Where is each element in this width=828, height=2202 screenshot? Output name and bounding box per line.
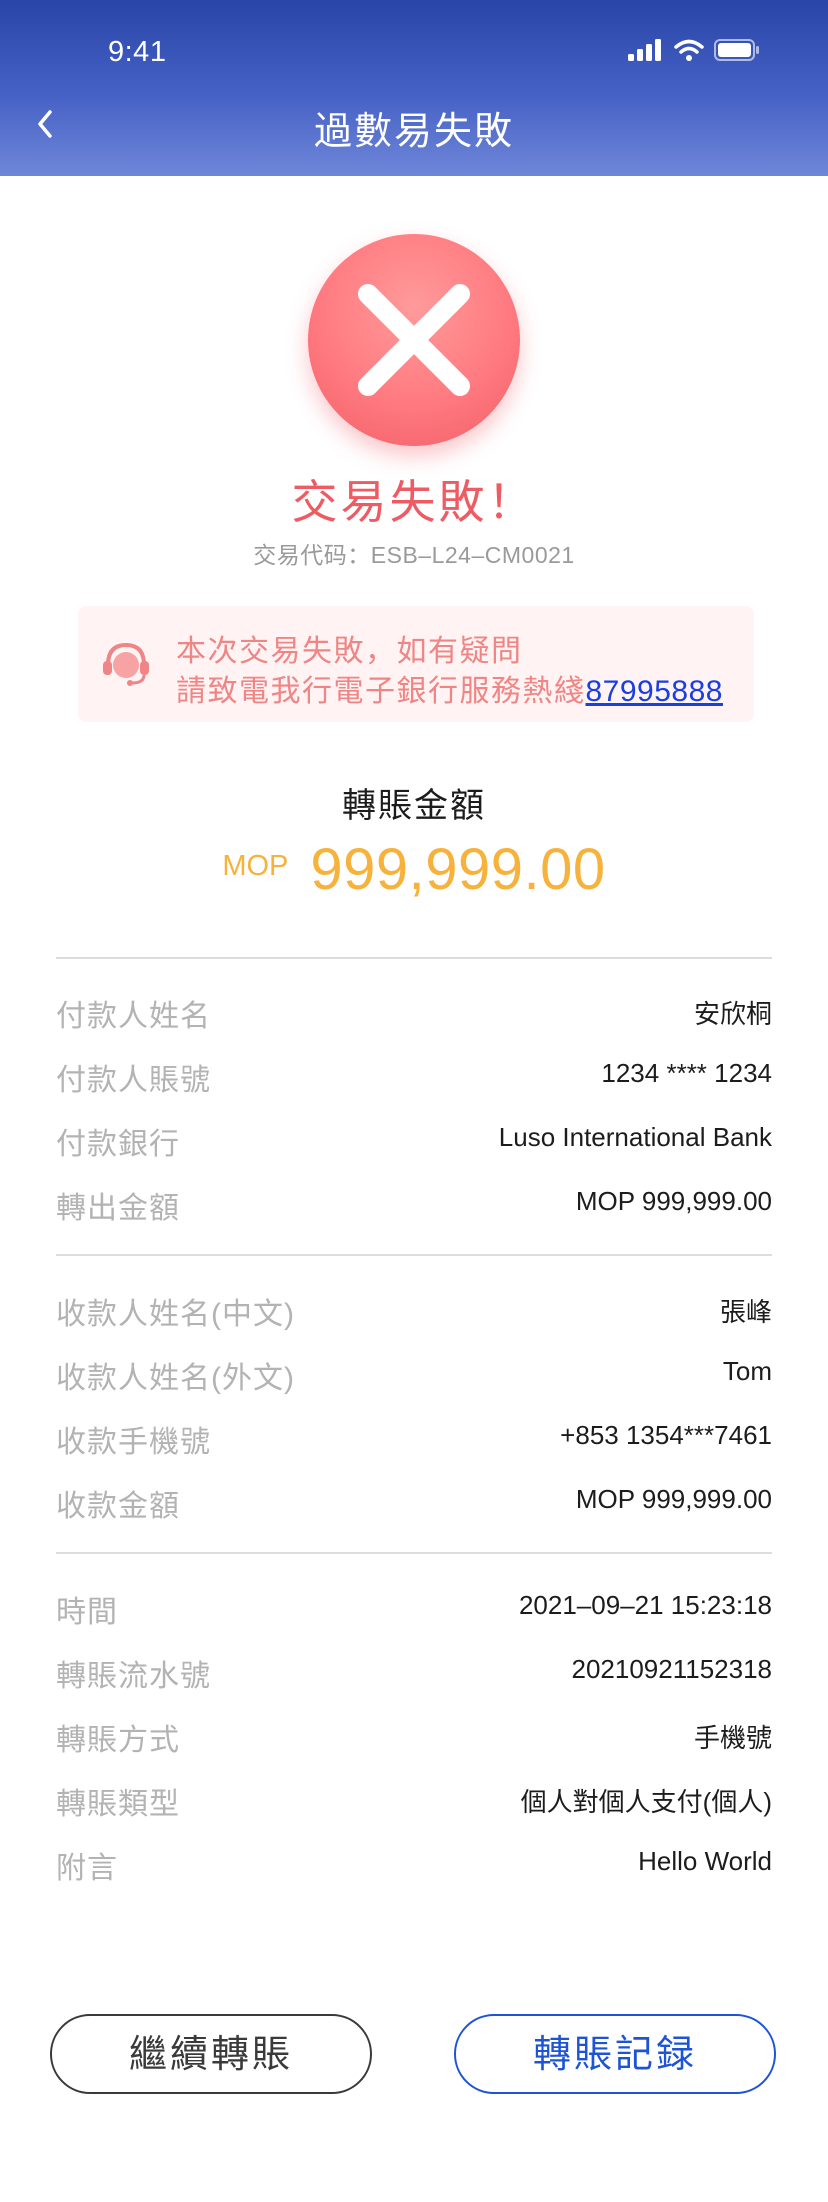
detail-label: 付款人姓名: [56, 1000, 211, 1033]
amount-currency: MOP: [222, 850, 289, 882]
detail-row-out-amount: 轉出金額 MOP 999,999.00: [56, 1183, 772, 1225]
divider: [56, 957, 772, 959]
amount-display: MOP 999,999.00: [0, 836, 828, 903]
divider: [56, 1552, 772, 1554]
detail-label: 時間: [56, 1596, 118, 1629]
detail-row-type: 轉賬類型 個人對個人支付(個人): [56, 1779, 772, 1821]
page-title: 過數易失敗: [313, 111, 514, 153]
transaction-code-value: ESB–L24–CM0021: [370, 542, 575, 568]
detail-label: 收款手機號: [56, 1426, 211, 1459]
continue-transfer-button[interactable]: 繼續轉賬: [50, 2014, 372, 2094]
divider: [56, 1254, 772, 1256]
header-bar: 9:41 過數易失敗: [0, 0, 828, 176]
status-time: 9:41: [108, 36, 167, 68]
detail-label: 附言: [56, 1852, 118, 1885]
detail-row-method: 轉賬方式 手機號: [56, 1715, 772, 1757]
detail-label: 轉賬流水號: [56, 1660, 211, 1693]
detail-row-payee-mobile: 收款手機號 +853 1354***7461: [56, 1417, 772, 1459]
detail-label: 收款人姓名(中文): [56, 1298, 295, 1331]
detail-value: MOP 999,999.00: [575, 1484, 772, 1514]
hotline-phone-link[interactable]: 87995888: [586, 675, 723, 708]
close-x-icon: [358, 284, 470, 396]
detail-row-in-amount: 收款金額 MOP 999,999.00: [56, 1481, 772, 1523]
detail-value: 手機號: [693, 1723, 772, 1753]
detail-row-time: 時間 2021–09–21 15:23:18: [56, 1587, 772, 1629]
result-title: 交易失敗！: [291, 476, 537, 528]
notice-line-1: 本次交易失敗，如有疑問: [176, 635, 523, 668]
detail-row-payee-name-en: 收款人姓名(外文) Tom: [56, 1353, 772, 1395]
detail-value: Tom: [722, 1356, 772, 1386]
detail-row-memo: 附言 Hello World: [56, 1843, 772, 1885]
detail-value: 1234 **** 1234: [601, 1058, 772, 1088]
transaction-code: 交易代码：ESB–L24–CM0021: [0, 536, 828, 570]
detail-label: 付款銀行: [56, 1128, 180, 1161]
wifi-icon: [674, 39, 704, 61]
transaction-code-label: 交易代码：: [253, 542, 371, 568]
detail-value: +853 1354***7461: [560, 1420, 772, 1450]
battery-icon: [714, 39, 759, 61]
detail-row-payer-bank: 付款銀行 Luso International Bank: [56, 1119, 772, 1161]
detail-label: 付款人賬號: [56, 1064, 211, 1097]
detail-label: 轉賬類型: [56, 1788, 180, 1821]
status-icons: [628, 38, 760, 62]
detail-row-payer-name: 付款人姓名 安欣桐: [56, 991, 772, 1033]
fail-status-icon: [308, 234, 520, 446]
detail-value: 20210921152318: [571, 1654, 772, 1684]
customer-service-headset-icon: [103, 642, 149, 686]
amount-value: 999,999.00: [310, 837, 606, 902]
detail-label: 轉賬方式: [56, 1724, 180, 1757]
detail-value: Hello World: [638, 1846, 772, 1876]
detail-label: 收款人姓名(外文): [56, 1362, 295, 1395]
failure-notice: 本次交易失敗，如有疑問 請致電我行電子銀行服務熱綫87995888: [78, 606, 754, 722]
detail-row-payer-account: 付款人賬號 1234 **** 1234: [56, 1055, 772, 1097]
detail-value: 2021–09–21 15:23:18: [518, 1590, 772, 1620]
notice-line-2-text: 請致電我行電子銀行服務熱綫: [176, 675, 586, 708]
cellular-signal-icon: [628, 39, 661, 61]
detail-value: MOP 999,999.00: [575, 1186, 772, 1216]
detail-label: 收款金額: [56, 1490, 180, 1523]
detail-value: Luso International Bank: [498, 1122, 772, 1152]
detail-row-payee-name-cn: 收款人姓名(中文) 張峰: [56, 1289, 772, 1331]
detail-row-serial: 轉賬流水號 20210921152318: [56, 1651, 772, 1693]
amount-label: 轉賬金額: [342, 787, 486, 825]
transfer-records-button[interactable]: 轉賬記録: [454, 2014, 776, 2094]
detail-label: 轉出金額: [56, 1192, 180, 1225]
detail-value: 張峰: [719, 1297, 772, 1327]
detail-value: 個人對個人支付(個人): [520, 1787, 772, 1817]
notice-line-2: 請致電我行電子銀行服務熱綫87995888: [176, 666, 723, 710]
detail-value: 安欣桐: [693, 999, 772, 1029]
